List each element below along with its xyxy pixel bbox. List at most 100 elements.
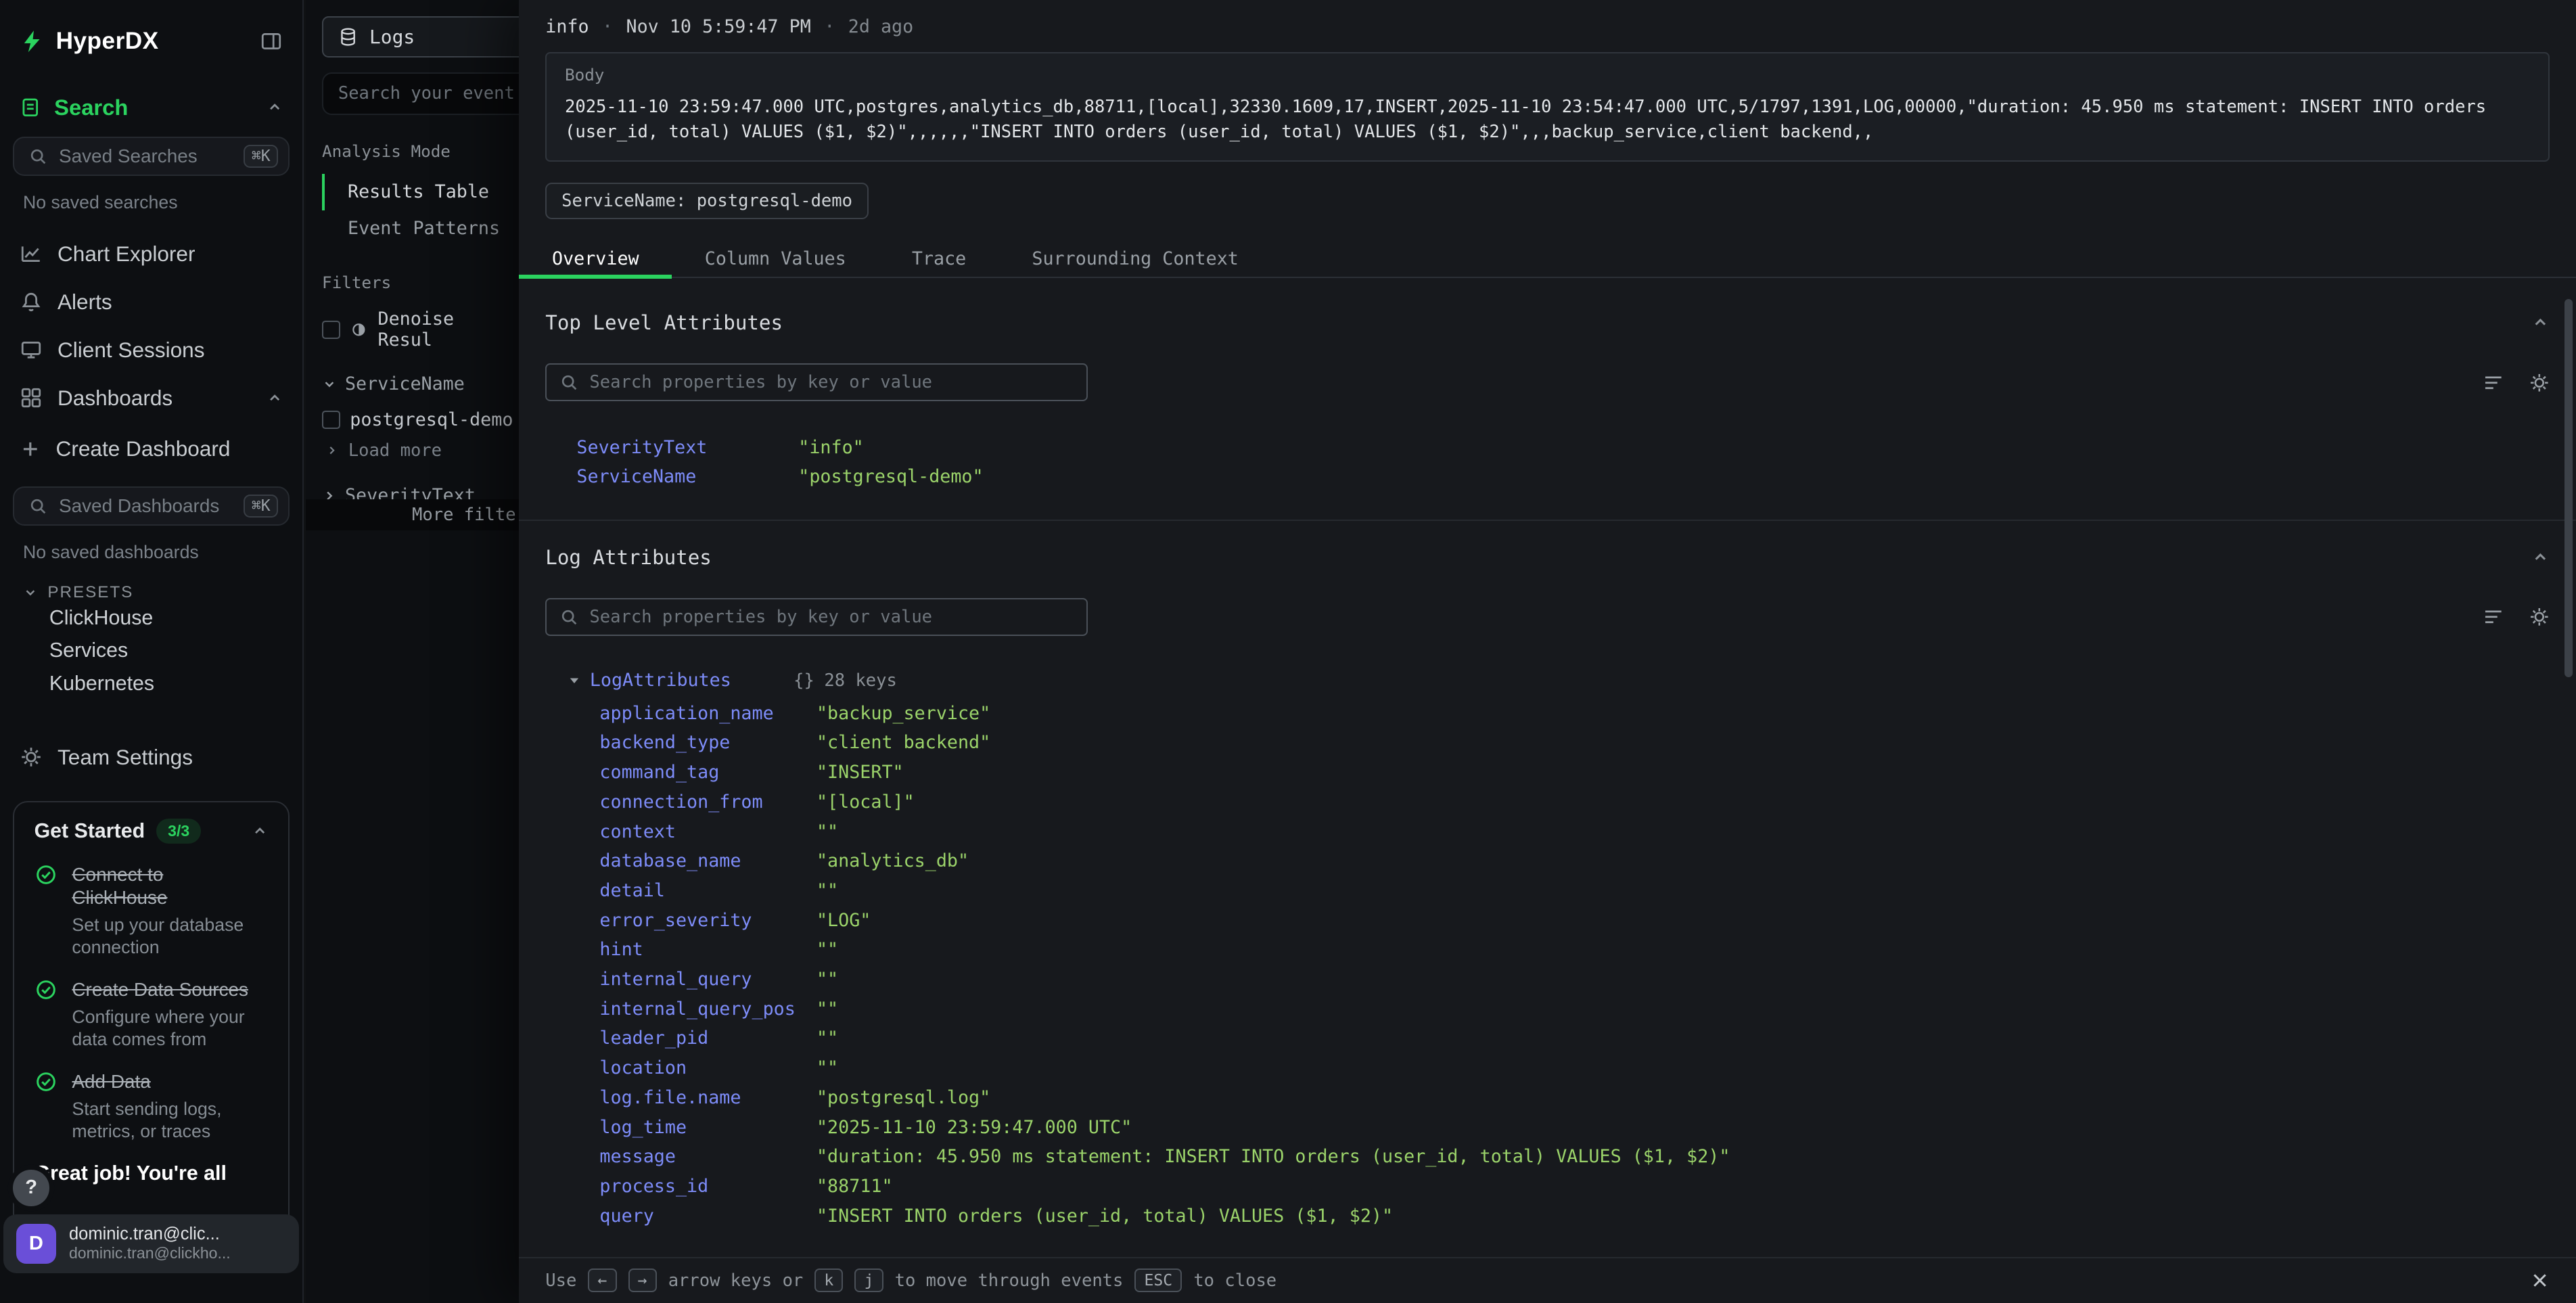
property-search-input[interactable]	[589, 372, 1073, 392]
sidebar-item-dashboards[interactable]: Dashboards	[0, 378, 302, 419]
attribute-key[interactable]: hint	[599, 939, 816, 960]
sidebar-item-services[interactable]: Services	[0, 635, 302, 668]
attribute-value[interactable]: ""	[816, 939, 838, 960]
sidebar-item-clickhouse[interactable]: ClickHouse	[0, 602, 302, 635]
attribute-key[interactable]: error_severity	[599, 910, 816, 931]
attribute-key[interactable]: connection_from	[599, 792, 816, 813]
collapse-section-icon[interactable]	[2531, 313, 2550, 332]
attribute-value[interactable]: "client backend"	[816, 732, 990, 753]
more-filters-button[interactable]: More filte	[306, 499, 520, 530]
attribute-key[interactable]: SeverityText	[576, 437, 798, 458]
get-started-item[interactable]: Connect to ClickHouse Set up your databa…	[34, 863, 269, 959]
display-options-icon[interactable]	[2483, 606, 2504, 628]
presets-toggle[interactable]: PRESETS	[23, 583, 279, 602]
attribute-key[interactable]: detail	[599, 880, 816, 901]
log-attributes-root[interactable]: LogAttributes {} 28 keys	[545, 666, 2550, 695]
attribute-value[interactable]: "info"	[798, 437, 863, 458]
tab-column-values[interactable]: Column Values	[672, 240, 879, 277]
close-icon[interactable]	[2530, 1271, 2550, 1290]
attribute-value[interactable]: ""	[816, 999, 838, 1020]
attribute-value[interactable]: "[local]"	[816, 792, 915, 813]
load-more-button[interactable]: Load more	[322, 440, 519, 461]
sidebar-item-search[interactable]: Search	[0, 95, 302, 120]
attribute-key[interactable]: message	[599, 1146, 816, 1167]
mode-results-table[interactable]: Results Table	[322, 174, 519, 210]
attribute-value[interactable]: "backup_service"	[816, 703, 990, 724]
mode-event-patterns[interactable]: Event Patterns	[322, 210, 519, 246]
get-started-item[interactable]: Add Data Start sending logs, metrics, or…	[34, 1070, 269, 1143]
service-checkbox[interactable]	[322, 411, 340, 429]
filter-value-postgresql-demo[interactable]: postgresql-demo	[322, 409, 519, 430]
chevron-up-icon[interactable]	[252, 823, 268, 839]
caret-down-icon[interactable]	[567, 673, 582, 688]
tab-surrounding-context[interactable]: Surrounding Context	[999, 240, 1272, 277]
attribute-key[interactable]: ServiceName	[576, 466, 798, 487]
attribute-key[interactable]: query	[599, 1206, 816, 1227]
attribute-key[interactable]: LogAttributes	[590, 670, 731, 691]
create-dashboard-button[interactable]: Create Dashboard	[0, 428, 302, 470]
attribute-value[interactable]: "INSERT INTO orders (user_id, total) VAL…	[816, 1206, 1393, 1227]
tab-trace[interactable]: Trace	[879, 240, 999, 277]
attribute-key[interactable]: backend_type	[599, 732, 816, 753]
sidebar-item-team-settings[interactable]: Team Settings	[0, 737, 302, 778]
get-started-header[interactable]: Get Started 3/3	[34, 819, 269, 844]
attribute-key[interactable]: location	[599, 1057, 816, 1078]
display-options-icon[interactable]	[2483, 372, 2504, 394]
attribute-key[interactable]: database_name	[599, 850, 816, 871]
source-selector-button[interactable]: Logs	[322, 16, 519, 58]
user-menu[interactable]: D dominic.tran@clic... dominic.tran@clic…	[3, 1214, 299, 1273]
service-name-chip[interactable]: ServiceName: postgresql-demo	[545, 183, 869, 219]
attribute-value[interactable]: "88711"	[816, 1176, 893, 1197]
get-started-item[interactable]: Create Data Sources Configure where your…	[34, 978, 269, 1051]
attribute-row: detail""	[599, 876, 2550, 906]
no-saved-searches-text: No saved searches	[23, 192, 279, 213]
attribute-value[interactable]: "analytics_db"	[816, 850, 969, 871]
attribute-key[interactable]: command_tag	[599, 762, 816, 783]
attribute-value[interactable]: "duration: 45.950 ms statement: INSERT I…	[816, 1146, 1730, 1167]
attribute-value[interactable]: "LOG"	[816, 910, 871, 931]
attribute-key[interactable]: log.file.name	[599, 1087, 816, 1108]
attribute-key[interactable]: application_name	[599, 703, 816, 724]
help-button[interactable]: ?	[13, 1170, 49, 1206]
settings-gear-icon[interactable]	[2529, 372, 2550, 394]
attribute-value[interactable]: "2025-11-10 23:59:47.000 UTC"	[816, 1117, 1132, 1138]
chevron-up-icon[interactable]	[267, 390, 283, 406]
filter-group-servicename[interactable]: ServiceName	[322, 373, 519, 394]
saved-dashboards-input[interactable]: Saved Dashboards ⌘K	[13, 486, 289, 526]
scrollbar-thumb[interactable]	[2564, 299, 2573, 677]
attribute-key[interactable]: process_id	[599, 1176, 816, 1197]
sidebar-item-alerts[interactable]: Alerts	[0, 281, 302, 323]
collapse-sidebar-icon[interactable]	[260, 30, 283, 53]
sidebar-item-kubernetes[interactable]: Kubernetes	[0, 668, 302, 701]
sidebar-item-client-sessions[interactable]: Client Sessions	[0, 329, 302, 371]
collapse-section-icon[interactable]	[2531, 548, 2550, 566]
attribute-key[interactable]: internal_query	[599, 969, 816, 990]
property-search-box	[545, 598, 1087, 636]
search-column: Logs Analysis Mode Results Table Event P…	[306, 0, 520, 1303]
attribute-value[interactable]: "postgresql.log"	[816, 1087, 990, 1108]
tab-overview[interactable]: Overview	[519, 240, 672, 277]
saved-searches-input[interactable]: Saved Searches ⌘K	[13, 137, 289, 176]
attribute-value[interactable]: "postgresql-demo"	[798, 466, 983, 487]
attribute-value[interactable]: ""	[816, 1057, 838, 1078]
top-level-attributes-section: Top Level Attributes	[545, 278, 2550, 492]
attribute-value[interactable]: ""	[816, 1028, 838, 1049]
separator-dot: ·	[824, 16, 835, 37]
attribute-key[interactable]: context	[599, 821, 816, 842]
sidebar-item-chart-explorer[interactable]: Chart Explorer	[0, 233, 302, 275]
denoise-filter[interactable]: Denoise Resul	[322, 308, 519, 350]
attribute-key[interactable]: log_time	[599, 1117, 816, 1138]
property-search-input[interactable]	[589, 607, 1073, 627]
chevron-up-icon[interactable]	[267, 99, 283, 115]
attribute-value[interactable]: ""	[816, 880, 838, 901]
settings-gear-icon[interactable]	[2529, 606, 2550, 628]
event-search-input[interactable]	[322, 72, 519, 115]
attribute-key[interactable]: internal_query_pos	[599, 999, 816, 1020]
attribute-value[interactable]: ""	[816, 821, 838, 842]
attribute-row: message"duration: 45.950 ms statement: I…	[599, 1142, 2550, 1172]
denoise-checkbox[interactable]	[322, 321, 340, 339]
attribute-value[interactable]: "INSERT"	[816, 762, 904, 783]
attribute-value[interactable]: ""	[816, 969, 838, 990]
attribute-key[interactable]: leader_pid	[599, 1028, 816, 1049]
body-text[interactable]: 2025-11-10 23:59:47.000 UTC,postgres,ana…	[565, 95, 2531, 145]
